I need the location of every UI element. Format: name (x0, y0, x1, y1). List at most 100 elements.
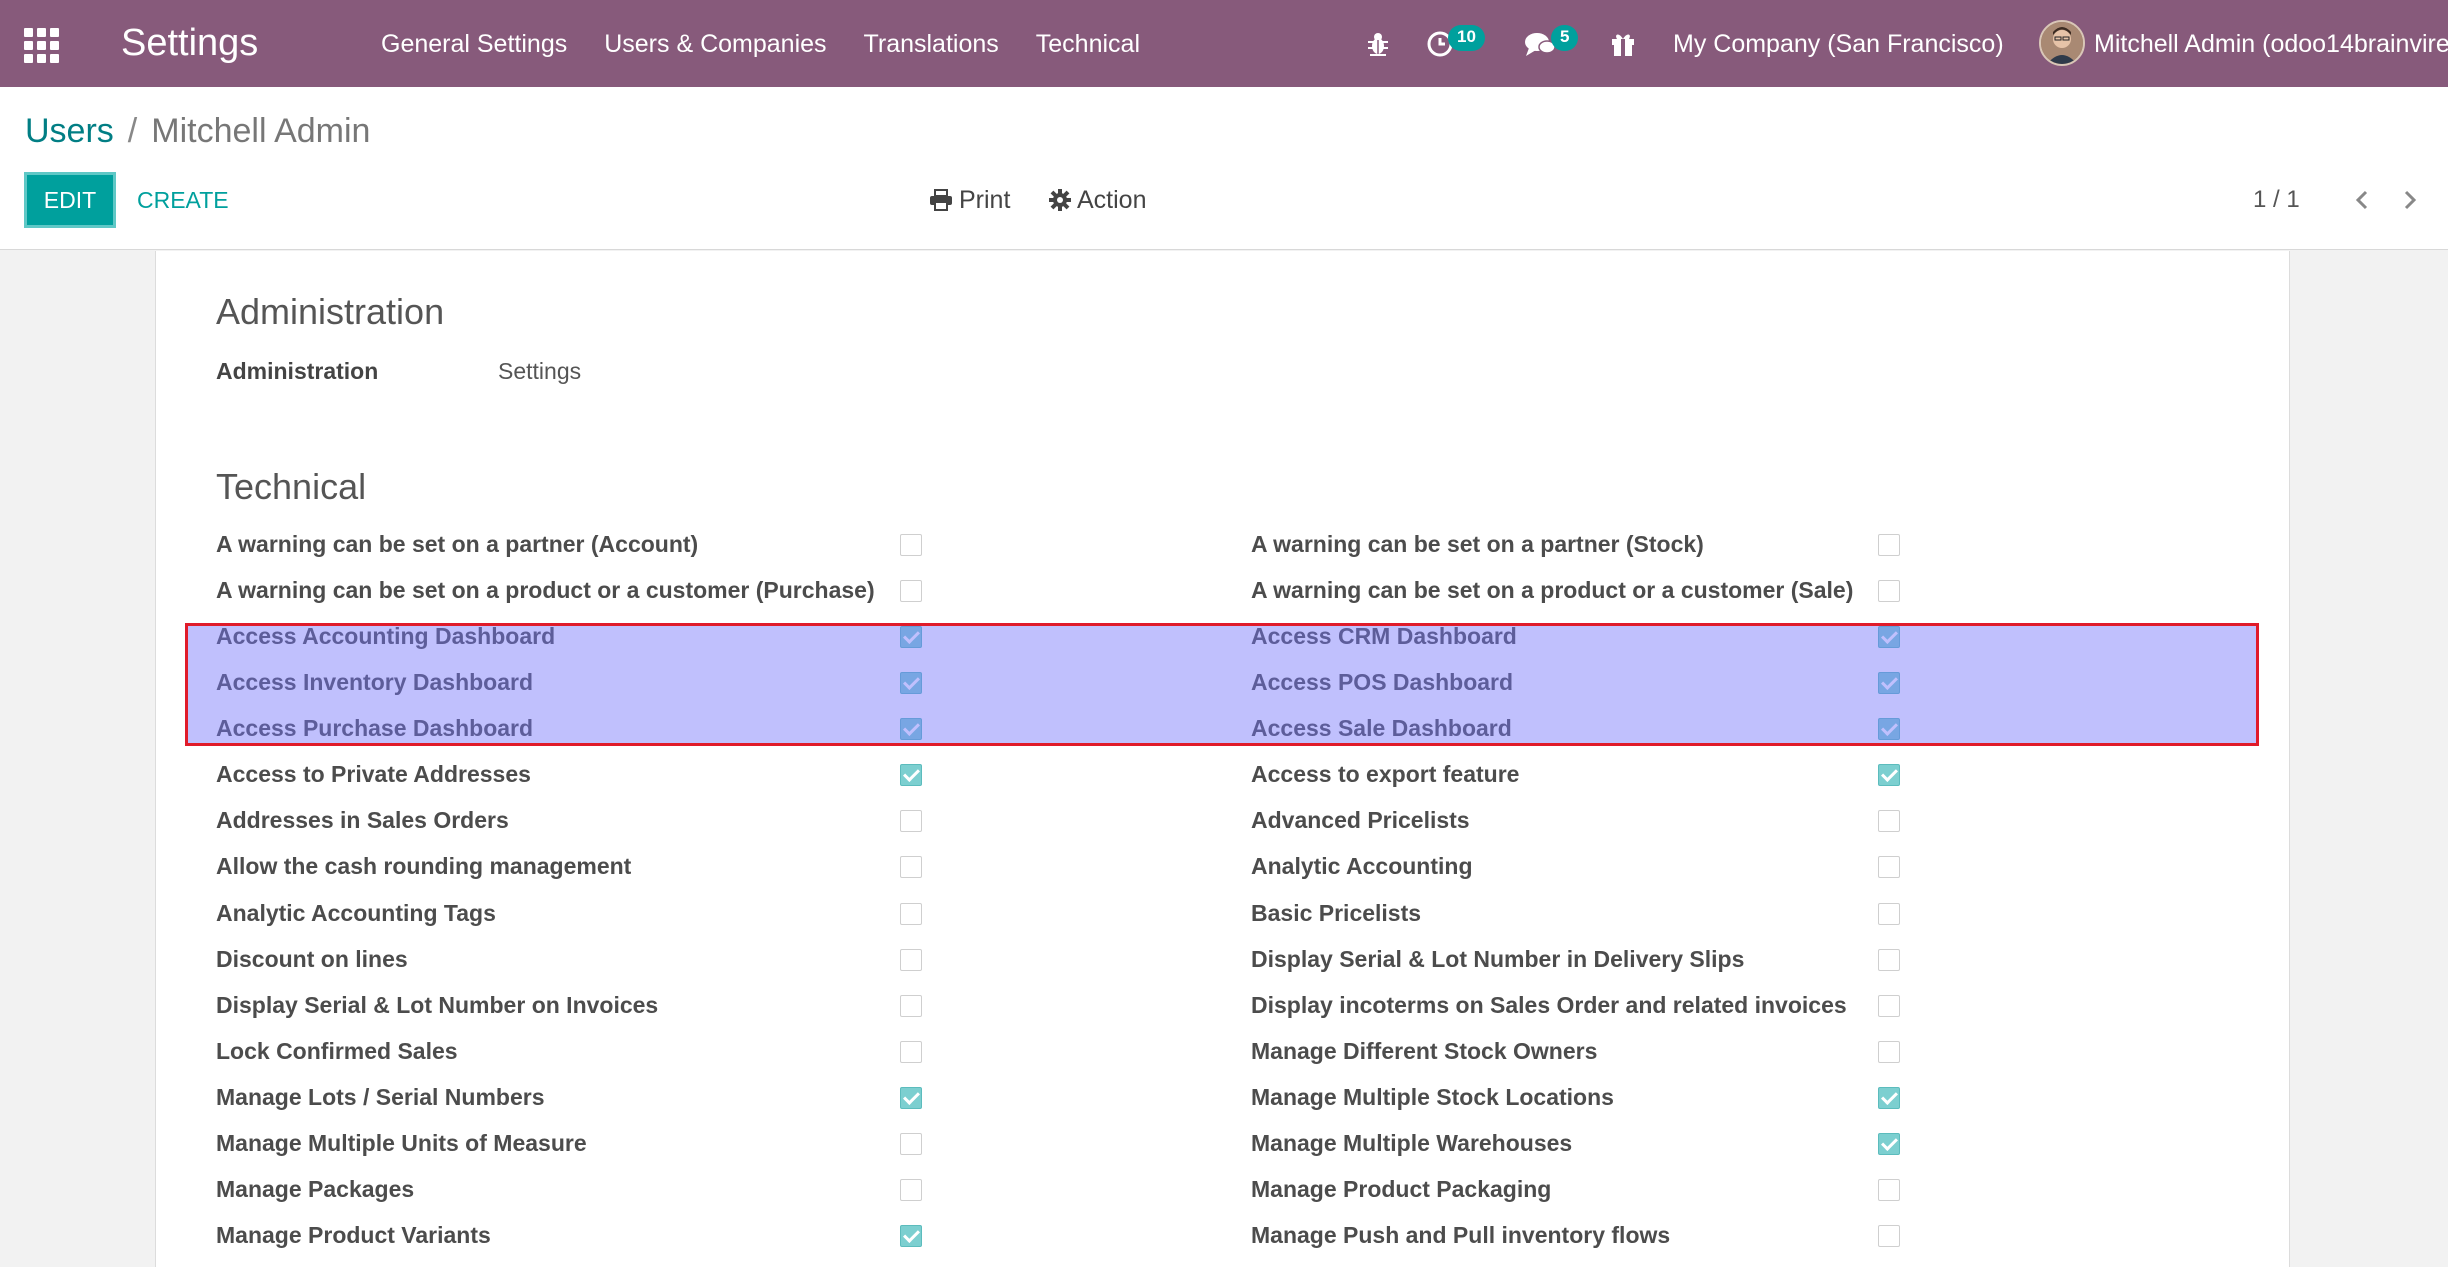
permission-checkbox[interactable] (1878, 903, 1900, 925)
permission-checkbox[interactable] (1878, 764, 1900, 786)
debug-button[interactable] (1366, 20, 1390, 68)
permission-label: Lock Confirmed Sales (216, 1038, 458, 1064)
user-menu[interactable]: Mitchell Admin (odoo14brainvire (2094, 26, 2448, 62)
permission-checkbox[interactable] (900, 949, 922, 971)
technical-section-title: Technical (216, 466, 367, 507)
edit-button[interactable]: EDIT (24, 172, 116, 228)
permission-label: Access CRM Dashboard (1251, 623, 1517, 649)
permission-label: Access to Private Addresses (216, 761, 531, 787)
permission-checkbox[interactable] (900, 1087, 922, 1109)
breadcrumb: Users / Mitchell Admin (25, 111, 370, 151)
permission-checkbox[interactable] (900, 995, 922, 1017)
print-dropdown[interactable]: Print (929, 183, 1010, 217)
breadcrumb-separator: / (127, 112, 138, 150)
permission-checkbox[interactable] (1878, 949, 1900, 971)
permission-label: Access Sale Dashboard (1251, 715, 1512, 741)
action-dropdown[interactable]: Action (1049, 183, 1146, 217)
permission-label: Basic Pricelists (1251, 900, 1422, 926)
menu-general-settings[interactable]: General Settings (381, 26, 567, 62)
permission-checkbox[interactable] (900, 810, 922, 832)
permission-label: Discount on lines (216, 946, 408, 972)
permission-checkbox[interactable] (900, 1133, 922, 1155)
permission-label: Manage Multiple Stock Locations (1251, 1084, 1614, 1110)
permission-checkbox[interactable] (1878, 1133, 1900, 1155)
app-title: Settings (121, 22, 259, 64)
permission-label: Manage Lots / Serial Numbers (216, 1084, 545, 1110)
permission-checkbox[interactable] (1878, 1179, 1900, 1201)
user-photo (2041, 22, 2083, 64)
action-label: Action (1077, 186, 1147, 214)
menu-technical[interactable]: Technical (1036, 26, 1140, 62)
pager-next-button[interactable] (2395, 183, 2425, 217)
gear-icon (1049, 189, 1071, 211)
administration-field-label: Administration (216, 358, 379, 384)
administration-field-value[interactable]: Settings (498, 354, 581, 388)
permission-checkbox[interactable] (900, 1179, 922, 1201)
permission-checkbox[interactable] (1878, 1087, 1900, 1109)
menu-translations[interactable]: Translations (864, 26, 999, 62)
permission-label: Manage Packages (216, 1176, 415, 1202)
pager-previous-button[interactable] (2347, 183, 2377, 217)
permission-label: Manage Product Variants (216, 1222, 491, 1248)
permission-label: Allow the cash rounding management (216, 853, 632, 879)
administration-section-title: Administration (216, 291, 445, 332)
permission-checkbox[interactable] (900, 534, 922, 556)
top-navbar: Settings General Settings Users & Compan… (0, 0, 2448, 87)
permission-label: Manage Push and Pull inventory flows (1251, 1222, 1671, 1248)
permission-checkbox[interactable] (1878, 672, 1900, 694)
company-switcher[interactable]: My Company (San Francisco) (1673, 26, 2004, 62)
permission-checkbox[interactable] (1878, 995, 1900, 1017)
permission-label: Display Serial & Lot Number in Delivery … (1251, 946, 1745, 972)
permission-checkbox[interactable] (1878, 626, 1900, 648)
chevron-right-icon (2404, 190, 2417, 210)
breadcrumb-current: Mitchell Admin (151, 112, 371, 150)
permission-checkbox[interactable] (1878, 856, 1900, 878)
control-panel: Users / Mitchell Admin EDIT CREATE Print A… (0, 87, 2448, 250)
permission-checkbox[interactable] (1878, 1041, 1900, 1063)
permission-label: Manage Different Stock Owners (1251, 1038, 1598, 1064)
create-button[interactable]: CREATE (137, 185, 229, 215)
gift-icon (1612, 34, 1634, 56)
permission-checkbox[interactable] (900, 903, 922, 925)
permission-label: A warning can be set on a product or a c… (1251, 577, 1854, 603)
permission-checkbox[interactable] (1878, 810, 1900, 832)
messages-button[interactable] (1524, 20, 1556, 68)
form-sheet: Administration Administration Settings T… (155, 251, 2290, 1267)
permission-checkbox[interactable] (900, 856, 922, 878)
permission-checkbox[interactable] (1878, 718, 1900, 740)
permission-checkbox[interactable] (900, 718, 922, 740)
permission-checkbox[interactable] (900, 672, 922, 694)
avatar[interactable] (2039, 20, 2085, 66)
permission-label: Analytic Accounting (1251, 853, 1473, 879)
permission-label: A warning can be set on a product or a c… (216, 577, 875, 603)
permission-label: A warning can be set on a partner (Stock… (1251, 531, 1704, 557)
pager-value[interactable]: 1 / 1 (2253, 183, 2300, 217)
messages-count-badge: 5 (1551, 25, 1579, 51)
permission-label: Addresses in Sales Orders (216, 807, 509, 833)
permission-checkbox[interactable] (900, 1225, 922, 1247)
permission-label: Display Serial & Lot Number on Invoices (216, 992, 659, 1018)
permission-checkbox[interactable] (900, 626, 922, 648)
permission-checkbox[interactable] (900, 1041, 922, 1063)
permission-label: Advanced Pricelists (1251, 807, 1470, 833)
breadcrumb-users-link[interactable]: Users (25, 112, 114, 150)
permission-label: Manage Multiple Warehouses (1251, 1130, 1573, 1156)
permission-checkbox[interactable] (900, 764, 922, 786)
permission-checkbox[interactable] (1878, 580, 1900, 602)
menu-users-companies[interactable]: Users & Companies (604, 26, 826, 62)
permission-checkbox[interactable] (900, 580, 922, 602)
permission-label: Manage Multiple Units of Measure (216, 1130, 587, 1156)
main-menu: General Settings Users & Companies Trans… (381, 26, 1177, 62)
permission-label: Display incoterms on Sales Order and rel… (1251, 992, 1847, 1018)
print-label: Print (959, 186, 1011, 214)
apps-grid-icon[interactable] (24, 28, 60, 63)
permission-checkbox[interactable] (1878, 1225, 1900, 1247)
permission-label: Access to export feature (1251, 761, 1520, 787)
permission-checkbox[interactable] (1878, 534, 1900, 556)
permission-label: Manage Product Packaging (1251, 1176, 1552, 1202)
permission-label: Access Inventory Dashboard (216, 669, 534, 695)
permission-label: Analytic Accounting Tags (216, 900, 496, 926)
permission-label: Access POS Dashboard (1251, 669, 1514, 695)
chevron-left-icon (2355, 190, 2368, 210)
gift-button[interactable] (1610, 20, 1636, 68)
